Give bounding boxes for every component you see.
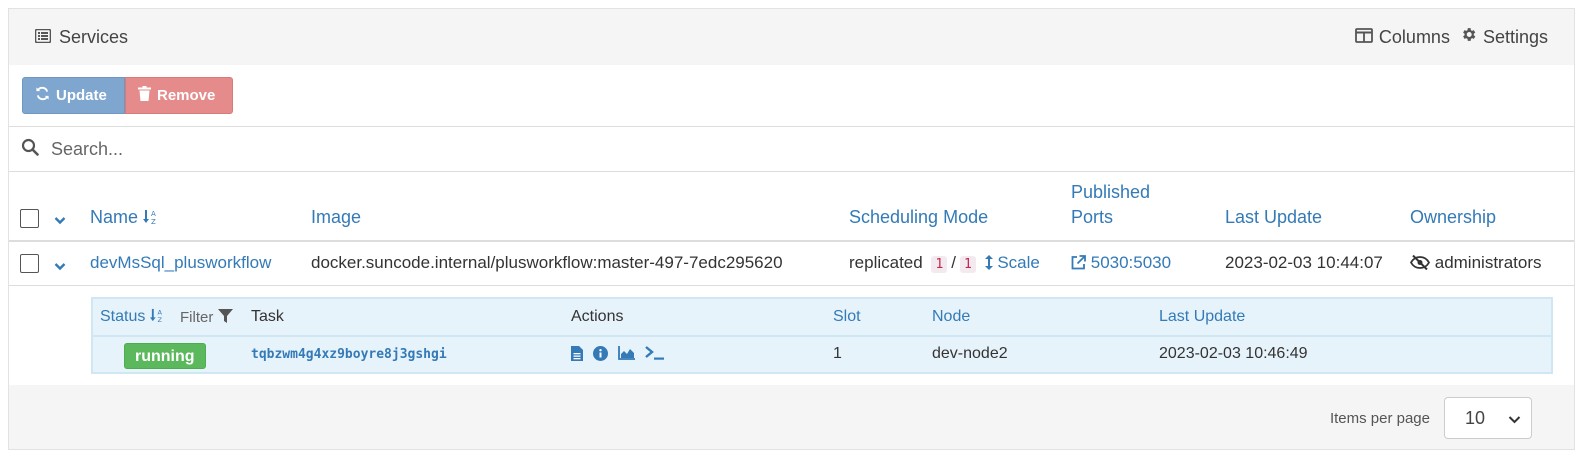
ownership-cell: administrators: [1409, 253, 1542, 273]
service-name-link[interactable]: devMsSql_plusworkflow: [90, 253, 271, 273]
search-bar: [9, 127, 1574, 172]
filter-label: Filter: [180, 309, 214, 326]
panel-header: Services Columns Settings: [9, 9, 1574, 65]
column-header-published-ports[interactable]: Published Ports: [1071, 180, 1150, 230]
scale-button[interactable]: Scale: [984, 253, 1040, 272]
tasks-table-header: Status AZ Filter Task Actions Slot Node …: [93, 299, 1551, 337]
task-slot: 1: [833, 345, 842, 362]
info-icon[interactable]: [593, 346, 608, 366]
tasks-column-actions: Actions: [571, 308, 624, 325]
columns-button[interactable]: Columns: [1355, 27, 1450, 48]
gear-icon: [1460, 26, 1483, 48]
action-toolbar: Update Remove: [9, 65, 1574, 127]
settings-button[interactable]: Settings: [1460, 26, 1548, 48]
update-button[interactable]: Update: [22, 77, 125, 114]
status-badge: running: [124, 343, 206, 369]
search-icon: [21, 138, 49, 161]
list-icon: [34, 27, 59, 48]
panel-title-text: Services: [59, 26, 129, 47]
chevron-down-icon: [1508, 408, 1521, 429]
tasks-column-node[interactable]: Node: [932, 308, 970, 326]
column-header-image[interactable]: Image: [311, 205, 361, 230]
task-id-link[interactable]: tqbzwm4g4xz9boyre8j3gshgi: [251, 347, 447, 362]
search-input[interactable]: [49, 137, 1449, 161]
chevron-down-icon[interactable]: [54, 212, 66, 230]
task-last-update: 2023-02-03 10:46:49: [1159, 345, 1308, 362]
table-header: Name AZ Image Scheduling Mode Published …: [9, 172, 1574, 242]
port-text: 5030:5030: [1090, 253, 1172, 272]
ownership-text: administrators: [1434, 253, 1542, 272]
published-port-link[interactable]: 5030:5030: [1071, 253, 1171, 273]
svg-text:Z: Z: [151, 218, 156, 225]
table-row: devMsSql_plusworkflow docker.suncode.int…: [9, 242, 1574, 286]
column-header-last-update[interactable]: Last Update: [1225, 205, 1322, 230]
items-per-page-label: Items per page: [1329, 409, 1430, 427]
columns-label: Columns: [1378, 26, 1450, 47]
service-last-update: 2023-02-03 10:44:07: [1225, 253, 1383, 272]
service-image: docker.suncode.internal/plusworkflow:mas…: [311, 253, 783, 272]
sort-alpha-icon: AZ: [143, 207, 159, 227]
tasks-column-task: Task: [251, 308, 284, 325]
external-link-icon: [1071, 253, 1086, 272]
refresh-icon: [35, 86, 56, 105]
settings-label: Settings: [1482, 26, 1548, 47]
column-name-label: Name: [90, 207, 139, 227]
services-table: Name AZ Image Scheduling Mode Published …: [9, 172, 1574, 385]
expand-chevron-icon[interactable]: [54, 258, 66, 276]
trash-icon: [138, 86, 157, 105]
mode-text: replicated: [849, 253, 923, 272]
update-label: Update: [56, 87, 107, 104]
status-filter-button[interactable]: Filter: [180, 309, 233, 326]
published-ports-line1: Published: [1071, 182, 1151, 202]
scheduling-mode-cell: replicated 1/1 Scale: [849, 253, 1040, 273]
remove-label: Remove: [157, 87, 216, 104]
file-icon[interactable]: [571, 346, 583, 366]
replicas-desired: 1: [960, 256, 976, 273]
panel-title: Services: [34, 26, 129, 48]
column-header-ownership[interactable]: Ownership: [1410, 205, 1496, 230]
remove-button[interactable]: Remove: [125, 77, 233, 114]
select-all-checkbox[interactable]: [20, 209, 39, 228]
arrows-vertical-icon: [984, 253, 993, 272]
tasks-table: Status AZ Filter Task Actions Slot Node …: [91, 297, 1553, 374]
tasks-column-last-update[interactable]: Last Update: [1159, 308, 1245, 326]
eye-slash-icon: [1409, 253, 1431, 272]
task-actions: [571, 346, 665, 366]
services-panel: Services Columns Settings Update Remove …: [8, 8, 1575, 450]
column-header-name[interactable]: Name AZ: [90, 205, 159, 230]
published-ports-line2: Ports: [1071, 207, 1114, 227]
items-per-page-value: 10: [1465, 407, 1486, 428]
row-checkbox[interactable]: [20, 254, 39, 273]
task-node: dev-node2: [932, 345, 1008, 362]
area-chart-icon[interactable]: [618, 346, 635, 366]
status-label: Status: [100, 308, 146, 325]
filter-icon: [217, 309, 233, 326]
replicas-running: 1: [931, 256, 948, 273]
svg-text:Z: Z: [157, 316, 162, 323]
columns-icon: [1355, 27, 1379, 48]
column-header-scheduling-mode[interactable]: Scheduling Mode: [849, 205, 988, 230]
terminal-icon[interactable]: [645, 346, 665, 366]
tasks-column-status[interactable]: Status AZ: [100, 308, 165, 326]
sort-alpha-icon: AZ: [149, 308, 165, 325]
scale-label: Scale: [997, 253, 1040, 272]
svg-text:A: A: [151, 210, 156, 218]
tasks-column-slot[interactable]: Slot: [833, 308, 861, 326]
table-footer: Items per page 10: [9, 385, 1574, 451]
task-row: running tqbzwm4g4xz9boyre8j3gshgi 1 dev-…: [93, 337, 1551, 374]
replicas-separator: /: [951, 253, 957, 272]
items-per-page-select[interactable]: 10: [1444, 397, 1532, 439]
